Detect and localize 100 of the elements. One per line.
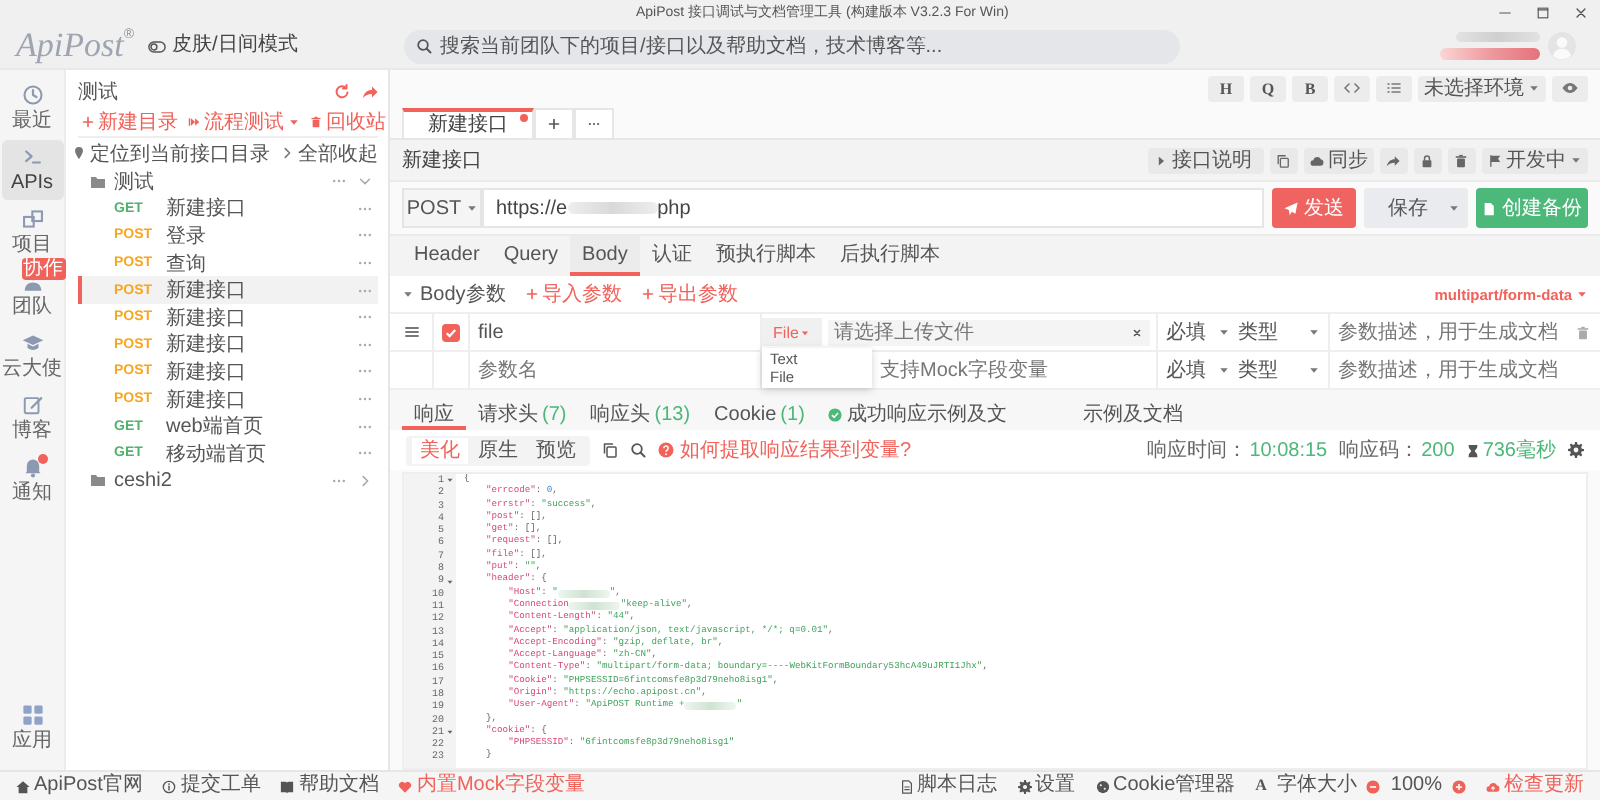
url-field[interactable]: https://e php [482, 188, 1264, 228]
status-link[interactable]: 脚本日志 [899, 774, 997, 798]
delete-button[interactable] [1448, 147, 1476, 173]
refresh-icon[interactable] [334, 84, 350, 100]
copy-icon[interactable] [602, 442, 618, 458]
nav-item[interactable]: 应用 [1, 698, 63, 758]
type-select[interactable]: 类型 [1238, 357, 1320, 383]
value-field[interactable]: 支持Mock字段变量 [828, 357, 1150, 383]
home-icon [16, 779, 30, 793]
doc-button[interactable]: 接口说明 [1148, 147, 1264, 173]
folder-row[interactable]: ceshi2 [78, 467, 378, 495]
flag-icon [1488, 153, 1502, 167]
tab[interactable]: 请求头 (7) [466, 390, 579, 430]
folder-row[interactable]: 测试 [78, 168, 378, 196]
method-select[interactable]: POST [402, 188, 482, 228]
view-mode-tab[interactable]: 预览 [528, 437, 584, 463]
font-size-label: 字体大小 [1276, 774, 1357, 798]
folder-icon [90, 173, 106, 190]
view-button[interactable] [1552, 75, 1588, 101]
eye-icon [1562, 80, 1578, 96]
status-link[interactable]: 设置 [1017, 774, 1075, 798]
environment-select[interactable]: 未选择环境 [1418, 75, 1546, 101]
nav-item[interactable]: 通知 [1, 450, 63, 510]
locate-link[interactable]: 定位到当前接口目录 [72, 139, 270, 167]
share-icon[interactable] [362, 84, 378, 100]
hourglass-icon [1466, 443, 1481, 457]
chevron-right-icon[interactable] [358, 473, 372, 488]
nav-item[interactable]: 云大使 [1, 326, 63, 386]
format-button[interactable]: Q [1250, 75, 1286, 101]
plus-icon [548, 118, 560, 130]
status-link[interactable]: Cookie管理器 [1095, 774, 1236, 798]
status-link[interactable]: ApiPost官网 [16, 774, 143, 798]
share-button[interactable] [1380, 147, 1408, 173]
tab[interactable]: 成功响应示例及文 [816, 390, 1019, 430]
caret-icon [1218, 326, 1230, 338]
collapse-link[interactable]: 全部收起 [280, 139, 378, 167]
lock-button[interactable] [1414, 147, 1442, 173]
description-field[interactable]: 参数描述，用于生成文档 [1338, 319, 1576, 345]
close-icon[interactable] [1574, 6, 1588, 20]
search-icon[interactable] [630, 442, 646, 458]
required-select[interactable]: 必填 [1166, 319, 1230, 345]
sync-button[interactable]: 同步 [1304, 147, 1374, 173]
status-link[interactable]: 提交工单 [162, 774, 261, 798]
format-button[interactable]: B [1292, 75, 1328, 101]
font-size-glyph: A [1255, 774, 1267, 798]
format-button[interactable]: H [1208, 75, 1244, 101]
maximize-icon[interactable] [1536, 6, 1550, 20]
type-select[interactable]: 类型 [1238, 319, 1320, 345]
name-field[interactable]: 参数名 [478, 357, 760, 383]
caret-icon [1308, 364, 1320, 376]
search-icon [416, 38, 432, 54]
book-icon [280, 779, 295, 793]
list-button[interactable] [1376, 75, 1412, 101]
tab[interactable]: Body [570, 236, 640, 276]
chevron-down-icon[interactable] [358, 174, 372, 189]
drag-handle-icon[interactable] [403, 324, 419, 340]
play-icon [1154, 153, 1168, 167]
status-link[interactable]: 帮助文档 [280, 774, 379, 798]
nav-item[interactable]: 博客 [1, 388, 63, 448]
nav-item[interactable]: APIs [1, 140, 63, 200]
checkbox[interactable] [442, 323, 460, 341]
trash-icon[interactable] [1576, 325, 1590, 339]
section-toggle[interactable]: Body参数 [402, 280, 506, 308]
response-time: 响应时间：10:08:15 [1147, 437, 1328, 464]
name-field[interactable]: file [478, 319, 760, 345]
view-mode-tab[interactable]: 原生 [470, 437, 526, 463]
tab[interactable]: 新建接口 [402, 108, 534, 138]
new-tab-button[interactable] [534, 108, 574, 138]
tab[interactable]: 后执行脚本 [827, 236, 952, 276]
file-field[interactable]: 请选择上传文件 [828, 319, 1150, 345]
apps-icon [21, 704, 43, 726]
required-select[interactable]: 必填 [1166, 357, 1230, 383]
nav-item[interactable]: 最近 [1, 78, 63, 138]
copy-button[interactable] [1270, 147, 1298, 173]
theme-toggle[interactable]: 皮肤/日间模式 [148, 34, 404, 58]
trash-icon [310, 115, 322, 127]
minimize-icon[interactable] [1498, 6, 1512, 20]
search-field[interactable]: 搜索当前团队下的项目/接口以及帮助文档，技术博客等... [404, 29, 1180, 63]
tab[interactable]: 示例及文档 [1070, 390, 1195, 430]
code-button[interactable] [1334, 75, 1370, 101]
zoom-out-icon[interactable] [1366, 779, 1381, 793]
zoom-in-icon[interactable] [1452, 779, 1466, 793]
tab[interactable]: 响应头 (13) [578, 390, 703, 430]
description-field[interactable]: 参数描述，用于生成文档 [1338, 357, 1576, 383]
settings-icon[interactable] [1568, 442, 1584, 458]
tab[interactable]: 预执行脚本 [703, 236, 828, 276]
chevron-right-icon [280, 146, 294, 160]
tab[interactable]: Header [402, 236, 492, 276]
cloud-upload-icon [1486, 779, 1500, 793]
clear-icon[interactable] [1132, 327, 1142, 337]
save-button[interactable]: 保存 [1364, 188, 1468, 228]
tab[interactable]: 认证 [639, 236, 704, 276]
redaction-blur [1440, 48, 1540, 60]
tab[interactable]: Cookie (1) [702, 390, 817, 430]
response-code: 响应码：200 [1339, 437, 1455, 464]
status-select[interactable]: 开发中 [1482, 147, 1588, 173]
tab[interactable]: Query [491, 236, 571, 276]
caret-icon [1528, 82, 1540, 94]
folder-icon [90, 472, 106, 489]
clock-icon [21, 84, 43, 106]
